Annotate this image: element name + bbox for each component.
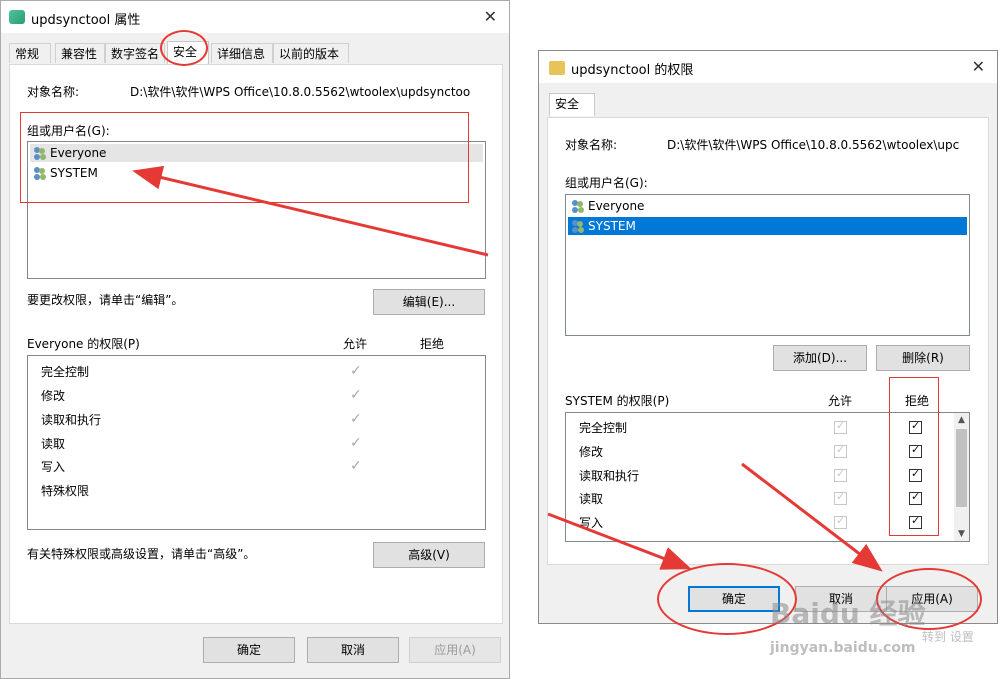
- user-name: SYSTEM: [588, 219, 636, 233]
- allow-header: 允许: [343, 337, 368, 351]
- close-icon[interactable]: ✕: [972, 57, 985, 76]
- properties-titlebar: updsynctool 属性 ✕: [1, 1, 509, 33]
- properties-window: updsynctool 属性 ✕ 常规 兼容性 数字签名 安全 详细信息 以前的…: [0, 0, 510, 679]
- group-label: 组或用户名(G):: [565, 176, 648, 190]
- perm-header: SYSTEM 的权限(P): [565, 394, 670, 408]
- tab-compatibility[interactable]: 兼容性: [55, 43, 105, 63]
- deny-checkbox[interactable]: [909, 443, 922, 458]
- properties-title: updsynctool 属性: [31, 13, 141, 28]
- edit-hint: 要更改权限，请单击“编辑”。: [27, 293, 184, 307]
- perm-row: 修改: [41, 389, 66, 403]
- perm-row: 完全控制: [579, 421, 628, 435]
- perm-row: 读取: [41, 437, 66, 451]
- user-name: Everyone: [588, 199, 645, 213]
- deny-checkbox[interactable]: [909, 419, 922, 434]
- remove-button[interactable]: 删除(R): [876, 345, 970, 371]
- perm-row: 读取和执行: [579, 469, 640, 483]
- deny-checkbox[interactable]: [909, 490, 922, 505]
- tab-general[interactable]: 常规: [9, 43, 51, 63]
- tab-details[interactable]: 详细信息: [211, 43, 273, 63]
- allow-checkbox[interactable]: [834, 514, 847, 529]
- app-icon: [9, 10, 25, 24]
- perm-row: 特殊权限: [41, 484, 90, 498]
- ok-button[interactable]: 确定: [203, 637, 295, 663]
- cancel-button[interactable]: 取消: [307, 637, 399, 663]
- properties-tabs: 常规 兼容性 数字签名 安全 详细信息 以前的版本: [9, 41, 503, 65]
- allow-check-icon: [350, 411, 363, 427]
- advanced-button[interactable]: 高级(V): [373, 542, 485, 568]
- allow-checkbox[interactable]: [834, 443, 847, 458]
- allow-checkbox[interactable]: [834, 419, 847, 434]
- deny-checkbox[interactable]: [909, 514, 922, 529]
- object-name-label: 对象名称:: [565, 138, 618, 152]
- allow-header: 允许: [828, 394, 853, 408]
- list-item-everyone[interactable]: Everyone: [30, 144, 483, 162]
- watermark-brand: Baidu 经验: [770, 597, 926, 630]
- tab-security[interactable]: 安全: [167, 41, 209, 64]
- users-icon: [34, 167, 47, 178]
- allow-check-icon: [350, 363, 363, 379]
- users-icon: [572, 220, 585, 231]
- deny-header: 拒绝: [905, 394, 930, 408]
- allow-checkbox[interactable]: [834, 490, 847, 505]
- tab-digital-signatures[interactable]: 数字签名: [105, 43, 165, 63]
- user-name: Everyone: [50, 146, 107, 160]
- permissions-titlebar: updsynctool 的权限 ✕: [539, 51, 997, 83]
- watermark-extra: 转到 设置: [922, 630, 974, 644]
- user-name: SYSTEM: [50, 166, 98, 180]
- ok-button[interactable]: 确定: [688, 586, 780, 612]
- tab-previous-versions[interactable]: 以前的版本: [273, 43, 349, 63]
- group-label: 组或用户名(G):: [27, 124, 110, 138]
- add-button[interactable]: 添加(D)...: [773, 345, 867, 371]
- list-item-everyone[interactable]: Everyone: [568, 197, 967, 215]
- permissions-tabs: 安全: [547, 93, 607, 117]
- scrollbar[interactable]: ▲ ▼: [954, 413, 969, 541]
- object-name-value: D:\软件\软件\WPS Office\10.8.0.5562\wtoolex\…: [667, 138, 960, 152]
- object-name-value: D:\软件\软件\WPS Office\10.8.0.5562\wtoolex\…: [130, 85, 471, 99]
- perm-row: 完全控制: [41, 365, 90, 379]
- list-item-system[interactable]: SYSTEM: [568, 217, 967, 235]
- perm-header: Everyone 的权限(P): [27, 337, 140, 351]
- users-icon: [572, 200, 585, 211]
- perm-row: 读取: [579, 492, 604, 506]
- tab-security[interactable]: 安全: [549, 93, 595, 116]
- deny-header: 拒绝: [420, 337, 445, 351]
- permissions-list: 完全控制 修改 读取和执行 读取 写入 ▲ ▼: [565, 412, 970, 542]
- perm-row: 写入: [41, 460, 66, 474]
- user-list[interactable]: Everyone SYSTEM: [27, 141, 486, 279]
- users-icon: [34, 147, 47, 158]
- permissions-panel: 对象名称: D:\软件\软件\WPS Office\10.8.0.5562\wt…: [547, 117, 989, 565]
- allow-checkbox[interactable]: [834, 467, 847, 482]
- object-name-label: 对象名称:: [27, 85, 80, 99]
- deny-checkbox[interactable]: [909, 467, 922, 482]
- allow-check-icon: [350, 458, 363, 474]
- allow-check-icon: [350, 435, 363, 451]
- scroll-thumb[interactable]: [956, 429, 967, 507]
- watermark-url: jingyan.baidu.com: [770, 640, 916, 656]
- allow-check-icon: [350, 387, 363, 403]
- close-icon[interactable]: ✕: [484, 7, 497, 26]
- perm-row: 读取和执行: [41, 413, 102, 427]
- scroll-up-icon[interactable]: ▲: [954, 413, 969, 427]
- edit-button[interactable]: 编辑(E)...: [373, 289, 485, 315]
- list-item-system[interactable]: SYSTEM: [30, 164, 483, 182]
- apply-button[interactable]: 应用(A): [409, 637, 501, 663]
- permissions-list: 完全控制 修改 读取和执行 读取 写入 特殊权限: [27, 355, 486, 530]
- advanced-hint: 有关特殊权限或高级设置，请单击“高级”。: [27, 547, 256, 561]
- perm-row: 修改: [579, 445, 604, 459]
- scroll-down-icon[interactable]: ▼: [954, 527, 969, 541]
- perm-row: 写入: [579, 516, 604, 530]
- folder-icon: [549, 61, 565, 75]
- user-list[interactable]: Everyone SYSTEM: [565, 194, 970, 336]
- permissions-title: updsynctool 的权限: [571, 63, 694, 78]
- security-panel: 对象名称: D:\软件\软件\WPS Office\10.8.0.5562\wt…: [9, 64, 503, 624]
- permissions-window: updsynctool 的权限 ✕ 安全 对象名称: D:\软件\软件\WPS …: [538, 50, 998, 624]
